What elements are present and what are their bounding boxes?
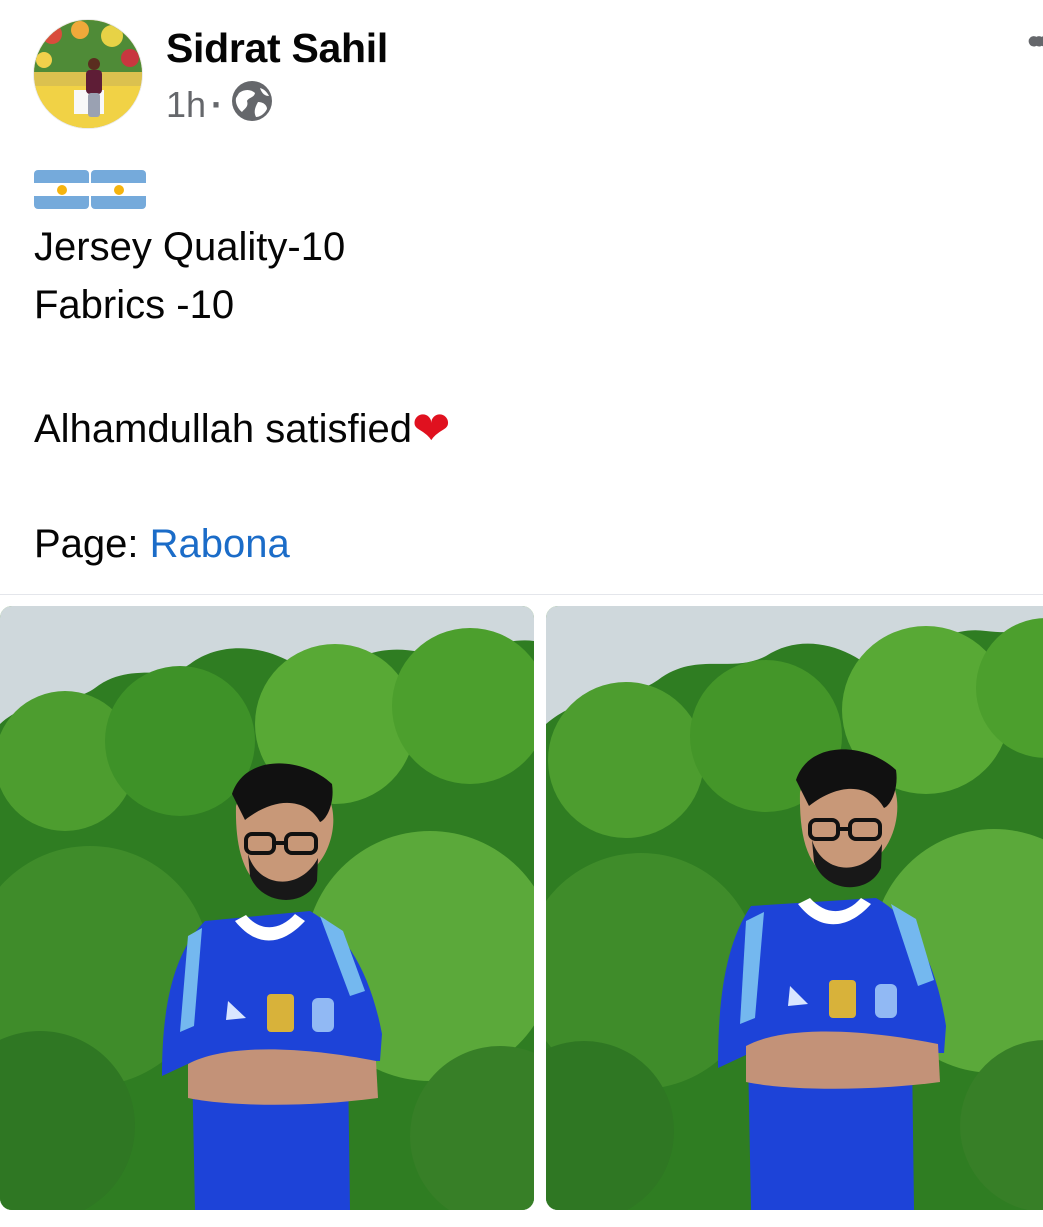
post-photo-2[interactable] bbox=[546, 606, 1043, 1210]
post-photo-1[interactable] bbox=[0, 606, 534, 1210]
meta-separator: · bbox=[211, 84, 224, 125]
author-avatar[interactable] bbox=[34, 20, 142, 128]
author-name[interactable]: Sidrat Sahil bbox=[166, 25, 388, 71]
argentina-flag-icon bbox=[34, 170, 89, 209]
post-text-line-quality: Jersey Quality-10 bbox=[34, 225, 346, 269]
post-page-mention: Page: Rabona bbox=[34, 521, 290, 567]
content-divider bbox=[0, 594, 1043, 595]
page-link-rabona[interactable]: Rabona bbox=[150, 522, 290, 566]
argentina-flag-icon bbox=[91, 170, 146, 209]
more-options-icon[interactable]: ••• bbox=[993, 24, 1043, 60]
post-time[interactable]: 1h bbox=[166, 84, 206, 126]
post-text-line-satisfied: Alhamdullah satisfied❤ bbox=[34, 405, 451, 452]
page-label: Page: bbox=[34, 522, 139, 566]
post-text-line-fabrics: Fabrics -10 bbox=[34, 283, 235, 327]
heart-icon: ❤ bbox=[412, 402, 451, 454]
post-meta: 1h · bbox=[166, 80, 275, 128]
globe-icon[interactable] bbox=[229, 78, 275, 133]
flag-emoji-group bbox=[34, 170, 146, 209]
satisfied-text: Alhamdullah satisfied bbox=[34, 407, 412, 451]
